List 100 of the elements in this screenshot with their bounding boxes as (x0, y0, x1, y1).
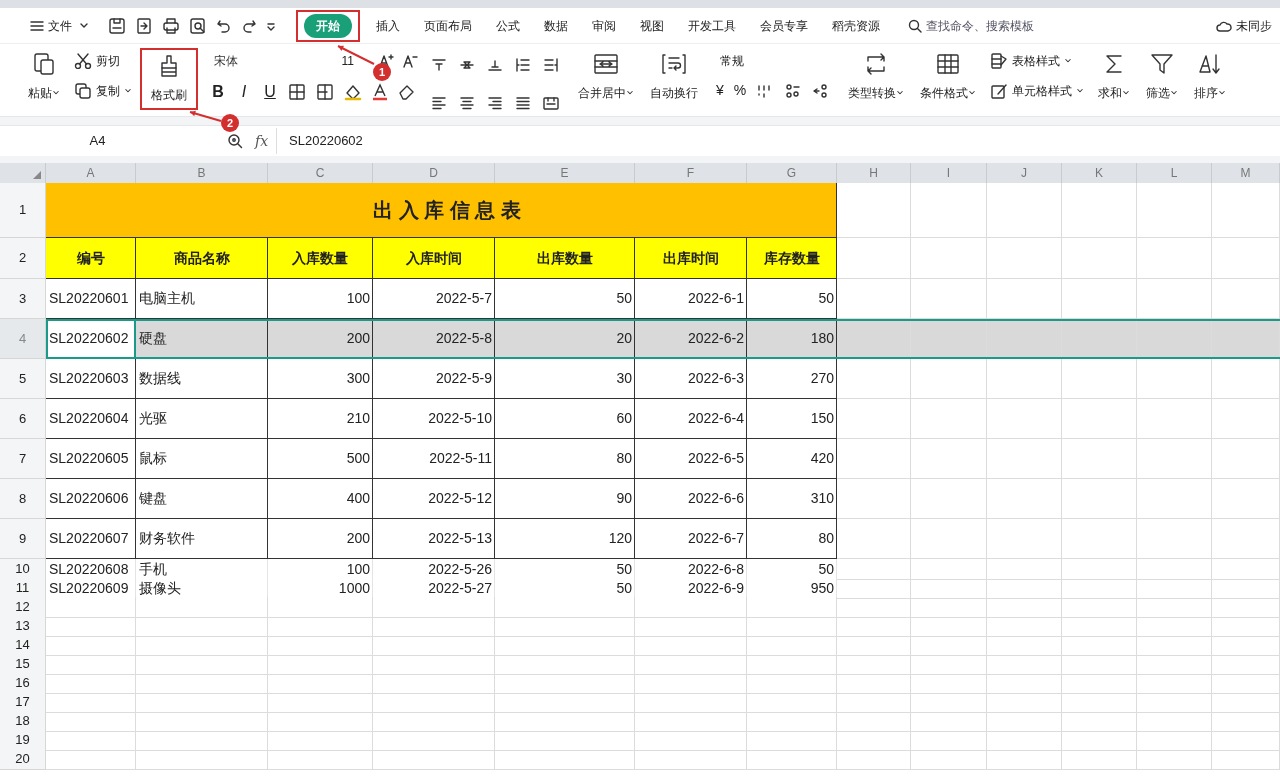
grid-cell[interactable] (136, 711, 268, 732)
grid-cell[interactable] (837, 359, 911, 399)
grid-cell[interactable] (136, 673, 268, 694)
grid-cell[interactable] (987, 635, 1062, 656)
grid-cell[interactable] (911, 711, 987, 732)
fill-color-icon[interactable] (344, 83, 362, 101)
grid-cell[interactable] (987, 519, 1062, 559)
grid-cell[interactable] (987, 749, 1062, 770)
grid-cell[interactable] (837, 616, 911, 637)
more-icon[interactable] (266, 20, 276, 31)
table-cell[interactable]: 2022-6-7 (635, 519, 747, 559)
grid-cell[interactable] (987, 183, 1062, 238)
row-header[interactable]: 2 (0, 238, 46, 279)
search-field[interactable]: 查找命令、搜索模板 (908, 16, 1056, 35)
grid-cell[interactable] (837, 654, 911, 675)
table-cell[interactable]: 2022-6-5 (635, 439, 747, 479)
grid-cell[interactable] (911, 635, 987, 656)
grid-cell[interactable] (268, 635, 373, 656)
save-icon[interactable] (108, 16, 126, 35)
grid-cell[interactable] (1137, 359, 1212, 399)
table-cell[interactable]: 100 (268, 279, 373, 319)
row-header[interactable]: 1 (0, 183, 46, 238)
grid-cell[interactable] (136, 749, 268, 770)
grid-cell[interactable] (373, 635, 495, 656)
underline-button[interactable]: U (262, 80, 278, 104)
ribbon-button[interactable]: 筛选 (1140, 48, 1185, 106)
table-cell[interactable]: 2022-6-3 (635, 359, 747, 399)
grid-cell[interactable] (837, 673, 911, 694)
column-header[interactable]: M (1212, 163, 1280, 183)
table-cell[interactable]: 手机 (136, 559, 268, 580)
grid-cell[interactable] (911, 654, 987, 675)
table-cell[interactable]: 财务软件 (136, 519, 268, 559)
ribbon-button[interactable]: 求和 (1092, 48, 1137, 106)
table-cell[interactable]: SL20220604 (46, 399, 136, 439)
ribbon-tab[interactable]: 会员专享 (752, 13, 816, 38)
table-cell[interactable]: 400 (268, 479, 373, 519)
grid-cell[interactable] (46, 730, 136, 751)
grid-cell[interactable] (635, 692, 747, 713)
table-cell[interactable]: 200 (268, 319, 373, 359)
bold-button[interactable]: B (210, 80, 226, 104)
table-cell[interactable]: 80 (495, 439, 635, 479)
grid-cell[interactable] (268, 711, 373, 732)
table-cell[interactable]: 60 (495, 399, 635, 439)
grid-cell[interactable] (837, 578, 911, 599)
grid-cell[interactable] (1137, 692, 1212, 713)
grid-cell[interactable] (495, 749, 635, 770)
grid-cell[interactable] (1212, 399, 1280, 439)
table-cell[interactable]: 180 (747, 319, 837, 359)
table-cell[interactable]: 光驱 (136, 399, 268, 439)
grid-cell[interactable] (1212, 279, 1280, 319)
grid-cell[interactable] (373, 654, 495, 675)
grid-cell[interactable] (46, 597, 136, 618)
grid-cell[interactable] (747, 597, 837, 618)
grid-cell[interactable] (495, 673, 635, 694)
grid-cell[interactable] (495, 730, 635, 751)
grid-cell[interactable] (373, 597, 495, 618)
grid-cell[interactable] (747, 749, 837, 770)
grid-cell[interactable] (373, 673, 495, 694)
grid-cell[interactable] (837, 635, 911, 656)
grid-cell[interactable] (1212, 749, 1280, 770)
grid-cell[interactable] (911, 692, 987, 713)
ribbon-tab[interactable]: 开发工具 (680, 13, 744, 38)
grid-cell[interactable] (1137, 616, 1212, 637)
eraser-icon[interactable] (398, 83, 416, 101)
grid-cell[interactable] (1212, 711, 1280, 732)
grid-cell[interactable] (747, 692, 837, 713)
row-header[interactable]: 6 (0, 399, 46, 439)
grid-cell[interactable] (987, 439, 1062, 479)
print-icon[interactable] (162, 16, 180, 35)
grid-cell[interactable] (1062, 635, 1137, 656)
grid-cell[interactable] (1212, 635, 1280, 656)
grid-cell[interactable] (46, 692, 136, 713)
font-name-field[interactable]: 宋体 (210, 50, 310, 72)
ribbon-tab[interactable]: 插入 (368, 13, 408, 38)
table-cell[interactable]: 2022-6-4 (635, 399, 747, 439)
row-header[interactable]: 17 (0, 692, 46, 713)
select-all-icon[interactable] (33, 171, 41, 179)
grid-cell[interactable] (1137, 399, 1212, 439)
table-cell[interactable]: 80 (747, 519, 837, 559)
grid-cell[interactable] (747, 711, 837, 732)
grid-cell[interactable] (987, 279, 1062, 319)
grid-cell[interactable] (635, 711, 747, 732)
grid-cell[interactable] (1137, 519, 1212, 559)
grid-cell[interactable] (373, 749, 495, 770)
ribbon-button[interactable]: 类型转换 (842, 48, 911, 106)
table-cell[interactable]: SL20220609 (46, 578, 136, 599)
grid-cell[interactable] (987, 597, 1062, 618)
column-header[interactable]: H (837, 163, 911, 183)
grid-cell[interactable] (987, 578, 1062, 599)
row-header[interactable]: 10 (0, 559, 46, 580)
grid-cell[interactable] (268, 654, 373, 675)
row-header[interactable]: 15 (0, 654, 46, 675)
grid-cell[interactable] (1212, 439, 1280, 479)
table-cell[interactable]: 2022-5-7 (373, 279, 495, 319)
ribbon-button[interactable]: 自动换行 (644, 48, 704, 106)
shrink-font-icon[interactable] (402, 53, 418, 69)
grid-cell[interactable] (373, 730, 495, 751)
grid-cell[interactable] (268, 597, 373, 618)
file-menu-button[interactable]: 文件 (26, 16, 92, 35)
ribbon-button[interactable]: 表格样式 (990, 50, 1085, 72)
